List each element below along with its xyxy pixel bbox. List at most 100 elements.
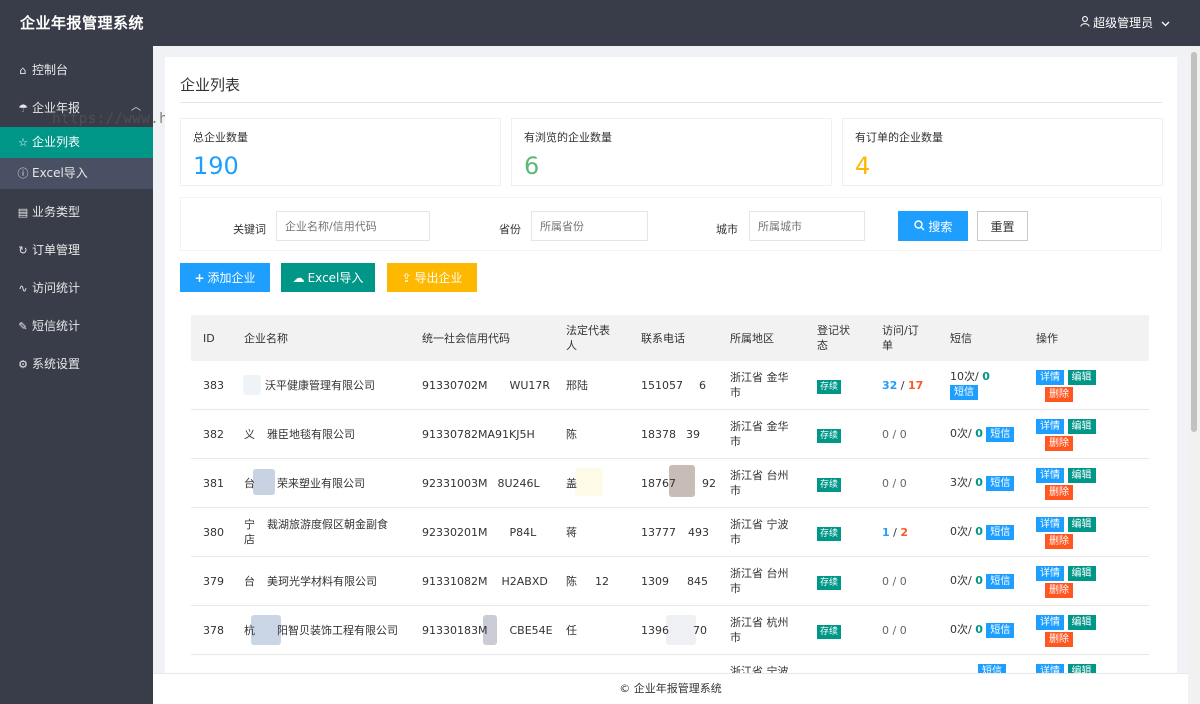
company-table: ID 企业名称 统一社会信用代码 法定代表人 联系电话 所属地区 登记状态 访问… (191, 315, 1151, 673)
edit-button[interactable]: 编辑 (1067, 419, 1096, 434)
sidebar-item-orders[interactable]: ↻ 订单管理 (0, 231, 153, 269)
edit-button[interactable]: 编辑 (1067, 664, 1096, 673)
sms-success: 0 (975, 427, 983, 440)
sms-button[interactable]: 短信 (950, 385, 978, 400)
table-header: ID 企业名称 统一社会信用代码 法定代表人 联系电话 所属地区 登记状态 访问… (191, 315, 1149, 361)
scrollbar-thumb[interactable] (1191, 52, 1197, 432)
keyword-input[interactable] (276, 211, 430, 241)
sidebar: ⌂ 控制台 ☂ 企业年报 ︿ ☆ 企业列表 ⓘ Excel导入 ▤ 业务类型 ↻ 订单管理 … (0, 46, 153, 704)
delete-button[interactable]: 删除 (1045, 485, 1073, 500)
cell-id: 381 (203, 477, 224, 490)
cell-code-part1: 91330702M (422, 379, 488, 392)
edit-button[interactable]: 编辑 (1067, 615, 1096, 630)
order-count: 17 (908, 379, 924, 392)
page-scrollbar[interactable] (1188, 46, 1200, 704)
sidebar-item-company-list[interactable]: ☆ 企业列表 (0, 127, 153, 158)
sidebar-item-business-type[interactable]: ▤ 业务类型 (0, 193, 153, 231)
sms-success: 0 (975, 476, 983, 489)
sms-button[interactable]: 短信 (986, 623, 1015, 638)
visit-count: 32 (882, 379, 898, 392)
sidebar-item-settings[interactable]: ⚙ 系统设置 (0, 345, 153, 383)
cell-phone-part1: 1309 (641, 575, 669, 588)
province-input[interactable] (531, 211, 648, 241)
sidebar-item-visit-stats[interactable]: ∿ 访问统计 (0, 269, 153, 307)
cell-status: 存续 (817, 525, 842, 541)
cell-visits: 0 / 0 (882, 477, 907, 490)
sms-button[interactable]: 短信 (986, 574, 1015, 589)
visit-count: 0 (882, 575, 889, 588)
reset-button[interactable]: 重置 (977, 211, 1028, 241)
th-rep-line1: 法定代表 (566, 324, 610, 337)
detail-button[interactable]: 详情 (1036, 615, 1064, 630)
cell-region-line2: 市 (730, 435, 741, 448)
stat-label: 总企业数量 (193, 131, 248, 144)
th-visits: 访问/订单 (882, 323, 919, 353)
visit-count: 0 (882, 428, 889, 441)
table-row: 378 杭 阳智贝装饰工程有限公司 91330183M CBE54E 任 1396 7… (191, 606, 1149, 655)
sidebar-item-excel-import[interactable]: ⓘ Excel导入 (0, 158, 153, 189)
search-button[interactable]: 搜索 (898, 211, 968, 241)
search-button-label: 搜索 (928, 219, 953, 234)
sms-button[interactable]: 短信 (986, 525, 1015, 540)
sidebar-item-label: 控制台 (32, 63, 69, 77)
top-bar: 企业年报管理系统 超级管理员 (0, 0, 1200, 46)
cell-phone-part1: 18378 (641, 428, 676, 441)
detail-button[interactable]: 详情 (1036, 468, 1064, 483)
delete-button[interactable]: 删除 (1045, 387, 1073, 402)
cell-code: 91330702M WU17R (422, 378, 550, 393)
detail-button[interactable]: 详情 (1036, 517, 1064, 532)
excel-import-button[interactable]: ☁ Excel导入 (281, 263, 375, 292)
city-label: 城市 (716, 223, 738, 236)
city-input[interactable] (749, 211, 865, 241)
export-company-button[interactable]: ⇪ 导出企业 (387, 263, 477, 292)
th-name: 企业名称 (244, 332, 288, 345)
cell-name-part1: 义 (244, 428, 255, 441)
sidebar-item-sms-stats[interactable]: ✎ 短信统计 (0, 307, 153, 345)
cell-phone-part2: 845 (687, 575, 708, 588)
sms-button[interactable]: 短信 (978, 664, 1006, 673)
cell-phone-part2: 6 (699, 379, 706, 392)
cell-code: 91331082M H2ABXD (422, 574, 548, 589)
delete-button[interactable]: 删除 (1045, 632, 1073, 647)
detail-button[interactable]: 详情 (1036, 566, 1064, 581)
cell-status: 存续 (817, 623, 842, 639)
sidebar-submenu: ☆ 企业列表 ⓘ Excel导入 (0, 127, 153, 189)
user-menu[interactable]: 超级管理员 (1080, 0, 1170, 46)
cell-name-part2: 荣来塑业有限公司 (277, 477, 365, 490)
detail-button[interactable]: 详情 (1036, 664, 1064, 673)
doc-icon: ▤ (17, 206, 29, 219)
delete-button[interactable]: 删除 (1045, 583, 1073, 598)
stat-value: 190 (193, 152, 239, 180)
visit-count: 0 (882, 624, 889, 637)
cell-ops: 详情 编辑删除 (1036, 516, 1096, 549)
edit-button[interactable]: 编辑 (1067, 370, 1096, 385)
search-icon (913, 219, 925, 234)
detail-button[interactable]: 详情 (1036, 419, 1064, 434)
sms-button[interactable]: 短信 (986, 476, 1015, 491)
cell-name-part2: 裁湖旅游度假区朝金副食 (267, 518, 388, 531)
add-company-button[interactable]: + 添加企业 (180, 263, 270, 292)
status-badge: 存续 (817, 429, 842, 443)
cell-status: 存续 (817, 378, 842, 394)
cell-region: 浙江省 杭州市 (730, 615, 789, 645)
cell-sms: 0次/ 0 短信 (950, 426, 1015, 442)
delete-button[interactable]: 删除 (1045, 436, 1073, 451)
cell-phone-part2: 70 (693, 624, 707, 637)
detail-button[interactable]: 详情 (1036, 370, 1064, 385)
cell-code-part1: 92331003M (422, 477, 488, 490)
keyword-label: 关键词 (233, 223, 266, 236)
cell-sms: 0次/ 0 短信 (950, 573, 1015, 589)
edit-button[interactable]: 编辑 (1067, 468, 1096, 483)
cell-status: 存续 (817, 476, 842, 492)
table-row: 380 宁裁湖旅游度假区朝金副食店 92330201M P84L 蒋 13777 4… (191, 508, 1149, 557)
delete-button[interactable]: 删除 (1045, 534, 1073, 549)
cell-code-part1: 92330201M (422, 526, 488, 539)
cell-name-part1: 宁 (244, 518, 255, 531)
sms-button[interactable]: 短信 (986, 427, 1015, 442)
sidebar-item-dashboard[interactable]: ⌂ 控制台 (0, 51, 153, 89)
cell-region-line1: 浙江省 杭州 (730, 616, 789, 629)
edit-button[interactable]: 编辑 (1067, 517, 1096, 532)
cell-rep: 陈 (566, 428, 577, 441)
cell-name: 沃平健康管理有限公司 (265, 379, 375, 392)
edit-button[interactable]: 编辑 (1067, 566, 1096, 581)
